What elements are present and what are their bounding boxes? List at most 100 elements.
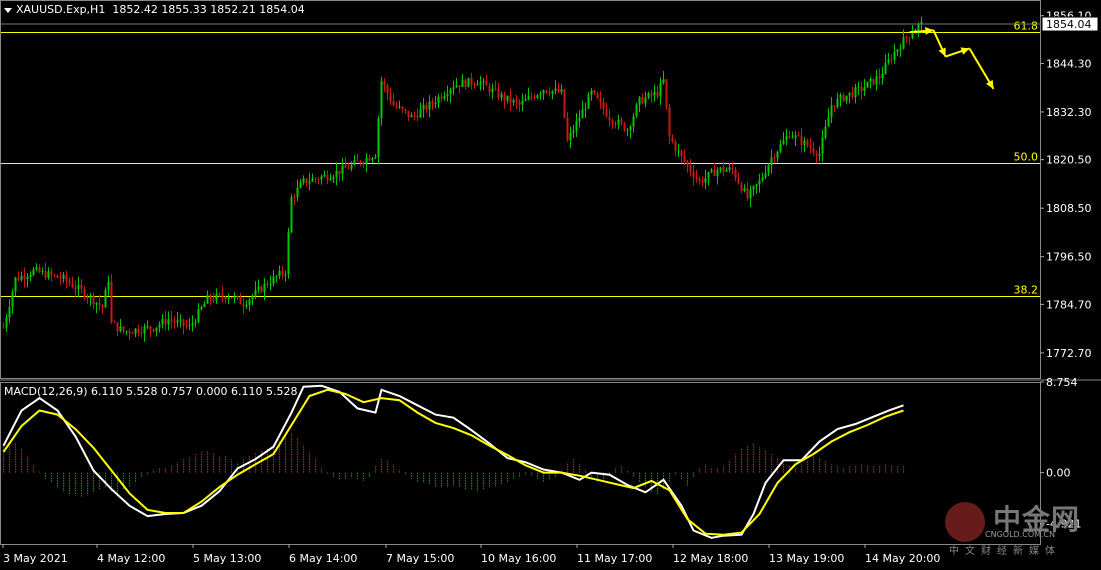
candle-body bbox=[221, 293, 224, 298]
price-y-tick-label: 1820.50 bbox=[1046, 154, 1092, 167]
candle-body bbox=[632, 116, 635, 127]
candle-body bbox=[581, 109, 584, 119]
candle-body bbox=[29, 274, 32, 277]
candle-body bbox=[596, 93, 599, 99]
candle-body bbox=[152, 329, 155, 332]
candle-body bbox=[599, 98, 602, 102]
candle-body bbox=[641, 96, 644, 104]
candle-body bbox=[902, 36, 905, 49]
candle-body bbox=[743, 188, 746, 191]
candle-body bbox=[782, 140, 785, 145]
candle-body bbox=[662, 79, 665, 84]
logo-emblem-icon bbox=[945, 502, 985, 542]
candle-body bbox=[497, 88, 500, 98]
candle-body bbox=[854, 87, 857, 97]
candle-body bbox=[554, 88, 557, 91]
candle-body bbox=[761, 177, 764, 181]
candle-body bbox=[326, 174, 329, 180]
candle-body bbox=[389, 93, 392, 102]
candle-body bbox=[44, 270, 47, 278]
candle-body bbox=[5, 317, 8, 328]
candle-body bbox=[314, 178, 317, 180]
candle-body bbox=[629, 126, 632, 131]
menu-triangle-icon[interactable] bbox=[4, 7, 12, 13]
candle-body bbox=[638, 96, 641, 105]
candle-body bbox=[68, 280, 71, 284]
candle-body bbox=[335, 170, 338, 178]
candle-body bbox=[263, 283, 266, 292]
candle-body bbox=[56, 275, 59, 278]
candle-body bbox=[260, 286, 263, 292]
candle-body bbox=[617, 119, 620, 125]
candle-body bbox=[404, 109, 407, 111]
price-y-tick-label: 1844.30 bbox=[1046, 57, 1092, 70]
candle-body bbox=[380, 81, 383, 118]
candle-body bbox=[242, 304, 245, 307]
candle-body bbox=[611, 120, 614, 124]
candle-body bbox=[524, 99, 527, 101]
candle-body bbox=[347, 167, 350, 169]
candle-body bbox=[569, 132, 572, 141]
candle-body bbox=[74, 287, 77, 290]
candle-body bbox=[809, 145, 812, 149]
candle-body bbox=[728, 167, 731, 170]
candle-body bbox=[899, 48, 902, 50]
candle-body bbox=[479, 82, 482, 85]
candle-body bbox=[755, 184, 758, 187]
candle-body bbox=[533, 97, 536, 99]
candle-body bbox=[647, 93, 650, 98]
price-panel-frame bbox=[0, 0, 1041, 379]
candle-body bbox=[866, 81, 869, 88]
candle-body bbox=[173, 320, 176, 323]
candle-body bbox=[395, 105, 398, 108]
x-tick-label: 3 May 2021 bbox=[3, 552, 68, 565]
candle-body bbox=[908, 37, 911, 39]
candle-body bbox=[230, 297, 233, 299]
candle-body bbox=[788, 136, 791, 138]
candle-body bbox=[251, 295, 254, 300]
candle-body bbox=[386, 85, 389, 94]
watermark-logo: 中金网 CNGOLD.COM.CN 中文财经新媒体 bbox=[945, 496, 1095, 560]
candle-body bbox=[434, 102, 437, 104]
candle-body bbox=[659, 83, 662, 97]
candle-body bbox=[464, 80, 467, 88]
candle-body bbox=[302, 178, 305, 183]
candle-body bbox=[527, 96, 530, 100]
candle-body bbox=[512, 100, 515, 103]
candle-body bbox=[881, 73, 884, 79]
candle-body bbox=[359, 161, 362, 164]
candle-body bbox=[350, 164, 353, 169]
candle-body bbox=[719, 167, 722, 171]
candle-body bbox=[311, 178, 314, 182]
candle-body bbox=[536, 95, 539, 99]
candle-body bbox=[182, 319, 185, 326]
candle-body bbox=[572, 130, 575, 133]
candle-body bbox=[20, 275, 23, 280]
candle-body bbox=[71, 283, 74, 288]
candle-body bbox=[773, 157, 776, 159]
projection-arrow-head-icon bbox=[960, 47, 970, 55]
price-y-tick-label: 1796.50 bbox=[1046, 251, 1092, 264]
candle-body bbox=[467, 77, 470, 88]
candle-body bbox=[887, 59, 890, 63]
candle-body bbox=[758, 180, 761, 185]
price-y-tick-label: 1784.70 bbox=[1046, 298, 1092, 311]
candle-body bbox=[485, 80, 488, 86]
candle-body bbox=[896, 49, 899, 53]
candle-body bbox=[635, 104, 638, 117]
x-tick-label: 4 May 12:00 bbox=[97, 552, 165, 565]
candle-body bbox=[473, 84, 476, 86]
candle-body bbox=[725, 169, 728, 172]
candle-body bbox=[707, 171, 710, 179]
candle-body bbox=[122, 326, 125, 332]
candle-body bbox=[212, 299, 215, 301]
price-y-tick-label: 1808.50 bbox=[1046, 202, 1092, 215]
candle-body bbox=[470, 77, 473, 85]
candle-body bbox=[530, 96, 533, 98]
candle-body bbox=[560, 89, 563, 93]
candle-body bbox=[296, 187, 299, 198]
candle-body bbox=[140, 332, 143, 334]
candle-body bbox=[860, 86, 863, 92]
candle-body bbox=[32, 269, 35, 275]
candle-body bbox=[374, 157, 377, 159]
